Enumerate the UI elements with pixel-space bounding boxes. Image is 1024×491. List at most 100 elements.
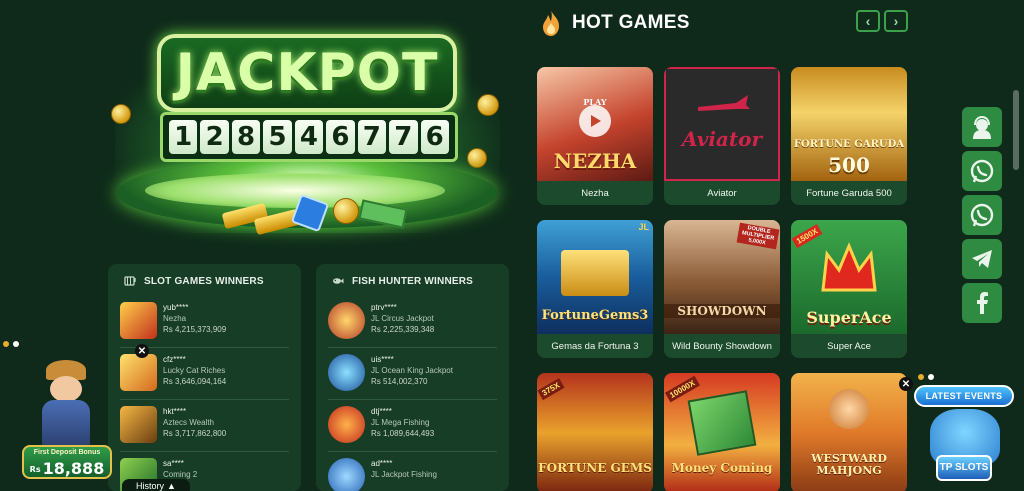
history-tab[interactable]: History ▲ (122, 479, 190, 491)
game-art-title: FORTUNE GARUDA (793, 139, 905, 150)
character-face (50, 376, 82, 402)
winner-user: dtj**** (371, 407, 392, 416)
chevron-up-icon: ▲ (167, 481, 176, 491)
game-art-title: Aviator (682, 127, 762, 151)
winner-amount: Rs 2,225,339,348 (371, 325, 435, 334)
provider-badge: JL (638, 222, 649, 232)
game-card-fortune-garuda[interactable]: FORTUNE GARUDA 500 Fortune Garuda 500 (791, 67, 907, 205)
jackpot-title-text: JACKPOT (175, 43, 439, 103)
character-body (42, 400, 90, 448)
game-art-title: Money Coming (671, 461, 773, 475)
facebook-icon (977, 292, 988, 314)
game-thumbnail (328, 406, 365, 443)
jackpot-title: JACKPOT (157, 34, 457, 112)
game-card-westward-mahjong[interactable]: WESTWARD MAHJONG (791, 373, 907, 491)
game-card-gemas-fortuna-3[interactable]: JL FortuneGems3 Gemas da Fortuna 3 (537, 220, 653, 358)
game-label: Wild Bounty Showdown (672, 340, 772, 352)
scrollbar[interactable] (1013, 90, 1019, 170)
carousel-dots (918, 374, 934, 380)
history-label: History (136, 481, 165, 491)
winner-row[interactable]: hkt**** Aztecs Wealth Rs 3,717,862,800 (120, 400, 289, 452)
facebook-button[interactable] (962, 283, 1002, 323)
carousel-dot[interactable] (918, 374, 924, 380)
game-art: JL FortuneGems3 (537, 220, 653, 334)
game-thumbnail (120, 406, 157, 443)
jackpot-digit: 2 (200, 120, 229, 154)
jackpot-digit: 7 (357, 120, 387, 154)
winner-amount: Rs 3,717,862,800 (163, 429, 227, 438)
fish-icon (332, 275, 344, 287)
winner-game: Nezha (163, 314, 187, 323)
coin-icon (467, 148, 487, 168)
jackpot-digit: 4 (294, 120, 324, 154)
play-icon (579, 105, 611, 137)
winner-user: ad**** (371, 459, 393, 468)
game-card-fortune-gems[interactable]: 375X FORTUNE GEMS (537, 373, 653, 491)
play-text: PLAY (583, 97, 607, 107)
events-banner: LATEST EVENTS (914, 385, 1014, 407)
telegram-icon (972, 250, 992, 268)
game-label: Super Ace (827, 340, 871, 352)
game-art: Aviator (664, 67, 780, 181)
jackpot-digit: 5 (263, 120, 292, 154)
winner-user: yub**** (163, 303, 189, 312)
winner-amount: Rs 1,089,644,493 (371, 429, 435, 438)
carousel-dot[interactable] (13, 341, 19, 347)
game-label: Nezha (581, 187, 609, 199)
first-deposit-promo[interactable]: First Deposit Bonus Rs 18,888 (16, 360, 114, 479)
winner-row[interactable]: ad**** JL Jackpot Fishing (328, 452, 497, 491)
game-label: Gemas da Fortuna 3 (551, 340, 639, 352)
game-art: 1500X SuperAce (791, 220, 907, 334)
game-card-nezha[interactable]: PLAY NEZHA Nezha (537, 67, 653, 205)
winner-row[interactable]: uis**** JL Ocean King Jackpot Rs 514,002… (328, 348, 497, 400)
jackpot-digit: 6 (326, 120, 355, 154)
jackpot-stage-light (145, 173, 445, 208)
support-agent-icon (973, 115, 991, 139)
carousel-dot[interactable] (3, 341, 9, 347)
next-button[interactable]: › (884, 10, 908, 32)
game-art-number: 500 (828, 153, 870, 177)
jackpot-banner: JACKPOT 1 2 8 5 4 6 7 7 6 (105, 8, 510, 240)
promo-amount-value: 18,888 (42, 459, 105, 478)
winner-game: Aztecs Wealth (163, 418, 214, 427)
multiplier-badge: 1500X (791, 224, 823, 249)
game-card-wild-bounty[interactable]: DOUBLE MULTIPLIER 5,000X SHOWDOWN Wild B… (664, 220, 780, 358)
close-icon[interactable]: ✕ (135, 344, 149, 358)
cash-icon (687, 390, 757, 456)
fish-winners-panel: FISH HUNTER WINNERS ptrv**** JL Circus J… (316, 264, 509, 491)
game-card-money-coming[interactable]: 10000X Money Coming (664, 373, 780, 491)
winner-game: Lucky Cat Riches (163, 366, 226, 375)
winner-game: JL Jackpot Fishing (371, 470, 437, 479)
support-button[interactable] (962, 107, 1002, 147)
hot-games-title: HOT GAMES (572, 12, 690, 33)
promo-label: First Deposit Bonus (33, 449, 101, 456)
carousel-dot[interactable] (928, 374, 934, 380)
whatsapp-icon (970, 159, 994, 183)
game-thumbnail (120, 354, 157, 391)
game-card-aviator[interactable]: Aviator Aviator (664, 67, 780, 205)
hot-games-header: HOT GAMES (538, 8, 690, 38)
latest-events-promo[interactable]: LATEST EVENTS TP SLOTS (912, 383, 1016, 491)
plane-icon (698, 95, 750, 111)
slot-winners-panel: SLOT GAMES WINNERS yub**** Nezha Rs 4,21… (108, 264, 301, 491)
prev-button[interactable]: ‹ (856, 10, 880, 32)
winner-row[interactable]: yub**** Nezha Rs 4,215,373,909 (120, 296, 289, 348)
game-art: WESTWARD MAHJONG (791, 373, 907, 491)
whatsapp-button[interactable] (962, 195, 1002, 235)
jackpot-digit: 7 (389, 120, 418, 154)
game-card-super-ace[interactable]: 1500X SuperAce Super Ace (791, 220, 907, 358)
game-label: Fortune Garuda 500 (806, 187, 892, 199)
game-thumbnail (328, 458, 365, 491)
close-icon[interactable]: ✕ (899, 377, 913, 391)
winner-user: sa**** (163, 459, 184, 468)
game-art-title: WESTWARD MAHJONG (811, 452, 887, 477)
game-label: Aviator (707, 187, 737, 199)
winner-row[interactable]: dtj**** JL Mega Fishing Rs 1,089,644,493 (328, 400, 497, 452)
winner-user: cfz**** (163, 355, 186, 364)
whatsapp-button[interactable] (962, 151, 1002, 191)
winner-row[interactable]: ptrv**** JL Circus Jackpot Rs 2,225,339,… (328, 296, 497, 348)
game-art: PLAY NEZHA (537, 67, 653, 181)
slot-machine-icon (124, 275, 136, 287)
page: JACKPOT 1 2 8 5 4 6 7 7 6 SLOT GAMES WIN… (0, 0, 1024, 491)
telegram-button[interactable] (962, 239, 1002, 279)
